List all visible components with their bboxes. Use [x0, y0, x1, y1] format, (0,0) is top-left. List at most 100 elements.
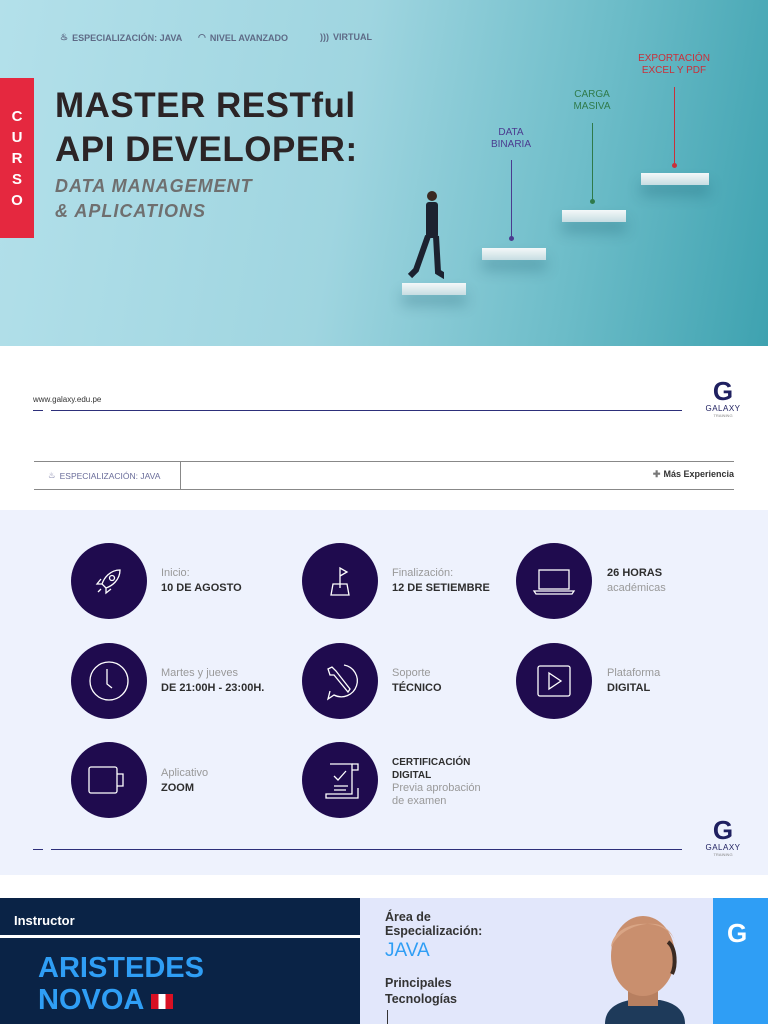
step-connector	[511, 160, 512, 238]
logo-name: GALAXY	[705, 843, 741, 852]
wifi-icon: )))	[320, 32, 329, 42]
instructor-panel: Instructor ARISTEDES NOVOA	[0, 898, 376, 1024]
specialization-cell: ♨ ESPECIALIZACIÓN: JAVA	[34, 462, 181, 489]
step-label-line: DATA	[498, 127, 524, 138]
more-experience-label: Más Experiencia	[663, 469, 734, 479]
divider	[0, 935, 376, 938]
divider	[51, 410, 682, 411]
java-icon: ♨	[60, 32, 69, 42]
logo-sub: TRAINING	[713, 413, 733, 418]
info-value: HORAS	[622, 567, 663, 579]
tag-virtual: ))) VIRTUAL	[320, 32, 372, 42]
step-label-exportacion: EXPORTACIÓN EXCEL Y PDF	[619, 53, 729, 77]
divider	[51, 849, 682, 850]
info-certification: CERTIFICACIÓN DIGITAL Previa aprobación de …	[392, 756, 481, 808]
curso-badge: C U R S O	[0, 78, 34, 238]
step-dot	[590, 199, 595, 204]
curso-letter: R	[11, 149, 23, 167]
info-label: académicas	[607, 582, 666, 594]
step-dot	[509, 236, 514, 241]
instructor-heading: Instructor	[14, 913, 75, 928]
gauge-icon: ◠	[198, 32, 206, 42]
galaxy-logo-icon: G	[712, 815, 734, 845]
instructor-first-name: ARISTEDES	[38, 952, 204, 984]
tech-label-line: Principales	[385, 976, 452, 990]
specialization-label: ESPECIALIZACIÓN: JAVA	[59, 470, 161, 481]
play-icon	[516, 643, 592, 719]
tech-label-line: Tecnologías	[385, 992, 458, 1006]
info-platform: Plataforma DIGITAL	[607, 666, 660, 696]
curso-letter: O	[11, 191, 23, 209]
course-title-line2: API DEVELOPER:	[55, 130, 358, 169]
info-value: DE 21:00H - 23:00H.	[161, 682, 265, 694]
step-connector	[592, 123, 593, 201]
galaxy-logo: G GALAXY TRAINING	[700, 378, 746, 418]
technologies-label: Principales Tecnologías	[385, 975, 457, 1007]
info-hours: 26 HORAS académicas	[607, 566, 666, 596]
step-dot	[672, 163, 677, 168]
website-link[interactable]: www.galaxy.edu.pe	[33, 395, 101, 404]
galaxy-logo-icon: G	[712, 376, 734, 406]
curso-letter: S	[11, 170, 22, 188]
info-label: Finalización:	[392, 567, 454, 579]
info-value: 12 DE SETIEMBRE	[392, 582, 490, 594]
info-schedule: Martes y jueves DE 21:00H - 23:00H.	[161, 666, 264, 696]
plus-icon: ✚	[652, 469, 661, 479]
info-app: Aplicativo ZOOM	[161, 766, 208, 796]
divider	[33, 849, 43, 850]
instructor-name: ARISTEDES NOVOA	[38, 952, 204, 1016]
area-label-line: Área de	[385, 910, 431, 924]
info-label: Plataforma	[607, 667, 661, 679]
step-connector	[674, 87, 675, 165]
instructor-photo	[605, 916, 685, 1024]
info-label: Soporte	[392, 667, 431, 679]
info-label: Previa aprobación	[392, 782, 481, 794]
info-label: de examen	[392, 795, 447, 807]
logo-sub: TRAINING	[713, 852, 733, 857]
info-label: Aplicativo	[161, 767, 209, 779]
info-value: DIGITAL	[392, 770, 432, 781]
step-label-line: EXCEL Y PDF	[641, 65, 707, 76]
info-value: 10 DE AGOSTO	[161, 582, 242, 594]
divider	[33, 410, 43, 411]
clock-icon	[71, 643, 147, 719]
info-value: ZOOM	[161, 782, 194, 794]
info-end: Finalización: 12 DE SETIEMBRE	[392, 566, 490, 596]
area-label: Área de Especialización:	[385, 910, 482, 938]
tag-java: ♨ ESPECIALIZACIÓN: JAVA	[60, 32, 182, 43]
step-label-line: EXPORTACIÓN	[638, 53, 710, 64]
info-value: DIGITAL	[607, 682, 651, 694]
galaxy-logo-icon: G	[727, 918, 748, 948]
businessman-figure	[407, 191, 444, 280]
step-label-data-binaria: DATA BINARIA	[471, 127, 551, 151]
stair-step	[482, 248, 546, 260]
info-band: ♨ ESPECIALIZACIÓN: JAVA ✚ Más Experiencia	[34, 461, 734, 490]
tag-level: ◠ NIVEL AVANZADO	[198, 32, 288, 43]
stair-step	[562, 210, 626, 222]
course-subtitle-line2: & APLICATIONS	[55, 201, 206, 221]
tag-label: NIVEL AVANZADO	[209, 32, 289, 43]
step-label-line: MASIVA	[573, 101, 611, 112]
step-label-line: CARGA	[574, 89, 610, 100]
curso-letter: U	[11, 128, 23, 146]
java-icon: ♨	[48, 470, 56, 480]
step-label-carga-masiva: CARGA MASIVA	[552, 89, 632, 113]
area-value: JAVA	[385, 940, 430, 961]
more-experience: ✚ Más Experiencia	[653, 469, 734, 480]
support-icon	[302, 643, 378, 719]
course-subtitle-line1: DATA MANAGEMENT	[55, 176, 253, 196]
info-label: Inicio:	[161, 567, 190, 579]
step-label-line: BINARIA	[490, 139, 531, 150]
brand-strip: G	[713, 898, 768, 1024]
info-value: TÉCNICO	[392, 682, 442, 694]
info-value: CERTIFICACIÓN	[392, 757, 471, 768]
course-title-line1: MASTER RESTful	[55, 86, 356, 125]
certificate-icon	[302, 742, 378, 818]
hero-banner: ♨ ESPECIALIZACIÓN: JAVA ◠ NIVEL AVANZADO )…	[0, 0, 768, 346]
info-support: Soporte TÉCNICO	[392, 666, 442, 696]
camera-icon	[71, 742, 147, 818]
laptop-icon	[516, 543, 592, 619]
divider	[387, 1010, 388, 1024]
area-label-line: Especialización:	[385, 924, 483, 938]
rocket-icon	[71, 543, 147, 619]
